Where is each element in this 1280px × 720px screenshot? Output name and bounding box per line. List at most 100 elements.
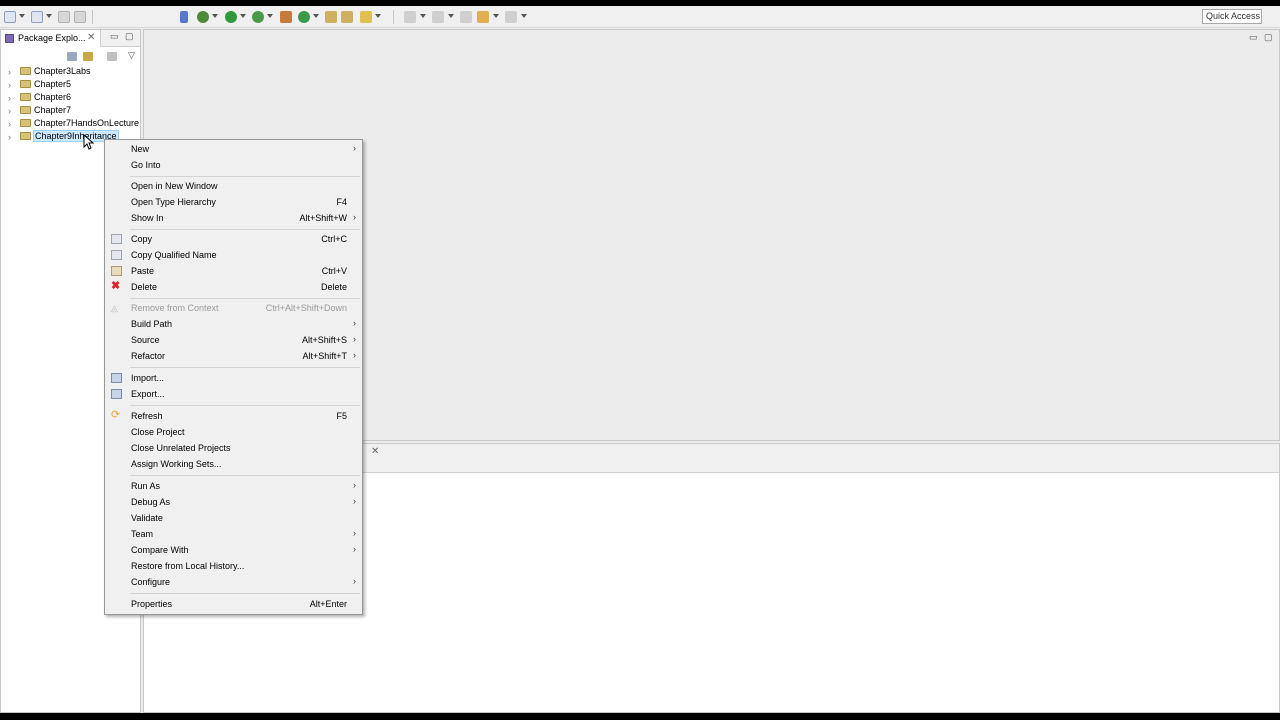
focus-task-icon[interactable]: [107, 52, 117, 61]
expand-arrow-icon[interactable]: ›: [8, 80, 11, 90]
menu-item-validate[interactable]: Validate: [107, 510, 361, 526]
submenu-arrow-icon: ›: [353, 143, 356, 153]
toolbar-separator: [92, 10, 93, 24]
new-package-icon[interactable]: [325, 11, 337, 23]
menu-item-assign-working-sets[interactable]: Assign Working Sets...: [107, 456, 361, 472]
menu-item-label: Paste: [131, 266, 155, 276]
menu-item-shortcut: Alt+Shift+W: [299, 213, 347, 223]
expand-arrow-icon[interactable]: ›: [8, 119, 11, 129]
coverage-dropdown-icon[interactable]: [267, 14, 273, 18]
menu-separator: [130, 593, 360, 594]
search-dropdown-icon[interactable]: [375, 14, 381, 18]
collapse-all-icon[interactable]: [67, 52, 77, 61]
menu-item-label: Remove from Context: [131, 303, 219, 313]
run-dropdown-icon[interactable]: [240, 14, 246, 18]
new-java-dropdown-icon[interactable]: [313, 14, 319, 18]
menu-item-close-unrelated-projects[interactable]: Close Unrelated Projects: [107, 440, 361, 456]
debug-icon[interactable]: [197, 11, 209, 23]
submenu-arrow-icon: ›: [353, 480, 356, 490]
close-icon[interactable]: ✕: [87, 32, 95, 43]
menu-item-label: Open Type Hierarchy: [131, 197, 216, 207]
menu-item-open-type-hierarchy[interactable]: Open Type Hierarchy F4: [107, 194, 361, 210]
menu-item-new[interactable]: New ›: [107, 141, 361, 157]
save-all-icon[interactable]: [74, 11, 86, 23]
search-icon[interactable]: [360, 11, 372, 23]
tree-item[interactable]: › Chapter6: [1, 91, 140, 104]
menu-item-shortcut: Delete: [320, 282, 347, 292]
menu-item-configure[interactable]: Configure ›: [107, 574, 361, 590]
back-icon[interactable]: [477, 11, 489, 23]
menu-item-properties[interactable]: Properties Alt+Enter: [107, 596, 361, 612]
expand-arrow-icon[interactable]: ›: [8, 132, 11, 142]
maximize-icon[interactable]: ▢: [1264, 32, 1273, 43]
link-with-editor-icon[interactable]: [83, 52, 93, 61]
menu-item-import[interactable]: Import...: [107, 370, 361, 386]
mouse-cursor-icon: [83, 134, 95, 150]
forward-dropdown-icon[interactable]: [521, 14, 527, 18]
menu-item-refactor[interactable]: Refactor Alt+Shift+T ›: [107, 348, 361, 364]
menu-item-delete[interactable]: ✖ Delete Delete: [107, 279, 361, 295]
export-icon: [111, 389, 122, 399]
menu-item-shortcut: F4: [336, 197, 347, 207]
last-edit-icon[interactable]: [460, 11, 472, 23]
menu-item-shortcut: Alt+Shift+T: [302, 351, 347, 361]
view-menu-icon[interactable]: ▽: [128, 50, 135, 61]
submenu-arrow-icon: ›: [353, 212, 356, 222]
menu-item-debug-as[interactable]: Debug As ›: [107, 494, 361, 510]
quick-access-field[interactable]: Quick Access: [1202, 9, 1262, 24]
menu-item-show-in[interactable]: Show In Alt+Shift+W ›: [107, 210, 361, 226]
prev-annotation-dropdown-icon[interactable]: [448, 14, 454, 18]
tree-item[interactable]: › Chapter5: [1, 78, 140, 91]
next-annotation-dropdown-icon[interactable]: [420, 14, 426, 18]
remove-context-icon: ◬: [111, 303, 118, 313]
menu-item-remove-from-context: ◬ Remove from Context Ctrl+Alt+Shift+Dow…: [107, 300, 361, 316]
menu-item-close-project[interactable]: Close Project: [107, 424, 361, 440]
menu-item-export[interactable]: Export...: [107, 386, 361, 402]
next-annotation-icon[interactable]: [404, 11, 416, 23]
back-dropdown-icon[interactable]: [493, 14, 499, 18]
expand-arrow-icon[interactable]: ›: [8, 106, 11, 116]
prev-annotation-icon[interactable]: [432, 11, 444, 23]
debug-dropdown-icon[interactable]: [212, 14, 218, 18]
tab-package-explorer[interactable]: Package Explo... ✕: [1, 30, 101, 47]
new-dropdown-icon[interactable]: [19, 14, 25, 18]
menu-item-shortcut: Ctrl+C: [321, 234, 347, 244]
menu-item-compare-with[interactable]: Compare With ›: [107, 542, 361, 558]
close-icon[interactable]: ✕: [371, 446, 379, 457]
open-dropdown-icon[interactable]: [46, 14, 52, 18]
new-icon[interactable]: [4, 11, 16, 23]
pointer-icon[interactable]: [180, 11, 188, 23]
coverage-icon[interactable]: [252, 11, 264, 23]
menu-item-run-as[interactable]: Run As ›: [107, 478, 361, 494]
menu-item-go-into[interactable]: Go Into: [107, 157, 361, 173]
package-explorer-subtoolbar: ▽: [1, 48, 140, 64]
expand-arrow-icon[interactable]: ›: [8, 93, 11, 103]
menu-item-paste[interactable]: Paste Ctrl+V: [107, 263, 361, 279]
menu-item-label: Source: [131, 335, 160, 345]
expand-arrow-icon[interactable]: ›: [8, 67, 11, 77]
menu-item-restore-local-history[interactable]: Restore from Local History...: [107, 558, 361, 574]
menu-item-refresh[interactable]: ⟳ Refresh F5: [107, 408, 361, 424]
menu-item-team[interactable]: Team ›: [107, 526, 361, 542]
save-icon[interactable]: [58, 11, 70, 23]
new-class-icon[interactable]: [341, 11, 353, 23]
menu-separator: [130, 229, 360, 230]
open-icon[interactable]: [31, 11, 43, 23]
run-icon[interactable]: [225, 11, 237, 23]
minimize-icon[interactable]: ▭: [1249, 32, 1258, 43]
menu-item-open-in-new-window[interactable]: Open in New Window: [107, 178, 361, 194]
menu-item-copy[interactable]: Copy Ctrl+C: [107, 231, 361, 247]
tree-item[interactable]: › Chapter7HandsOnLecture: [1, 117, 140, 130]
tree-item[interactable]: › Chapter7: [1, 104, 140, 117]
menu-item-source[interactable]: Source Alt+Shift+S ›: [107, 332, 361, 348]
forward-icon[interactable]: [505, 11, 517, 23]
tree-item[interactable]: › Chapter3Labs: [1, 65, 140, 78]
menu-item-label: Delete: [131, 282, 158, 292]
menu-item-label: Validate: [131, 513, 163, 523]
menu-item-build-path[interactable]: Build Path ›: [107, 316, 361, 332]
new-java-project-icon[interactable]: [298, 11, 310, 23]
minimize-icon[interactable]: ▭: [110, 31, 119, 42]
maximize-icon[interactable]: ▢: [125, 31, 134, 42]
menu-item-copy-qualified-name[interactable]: Copy Qualified Name: [107, 247, 361, 263]
external-tools-icon[interactable]: [280, 11, 292, 23]
